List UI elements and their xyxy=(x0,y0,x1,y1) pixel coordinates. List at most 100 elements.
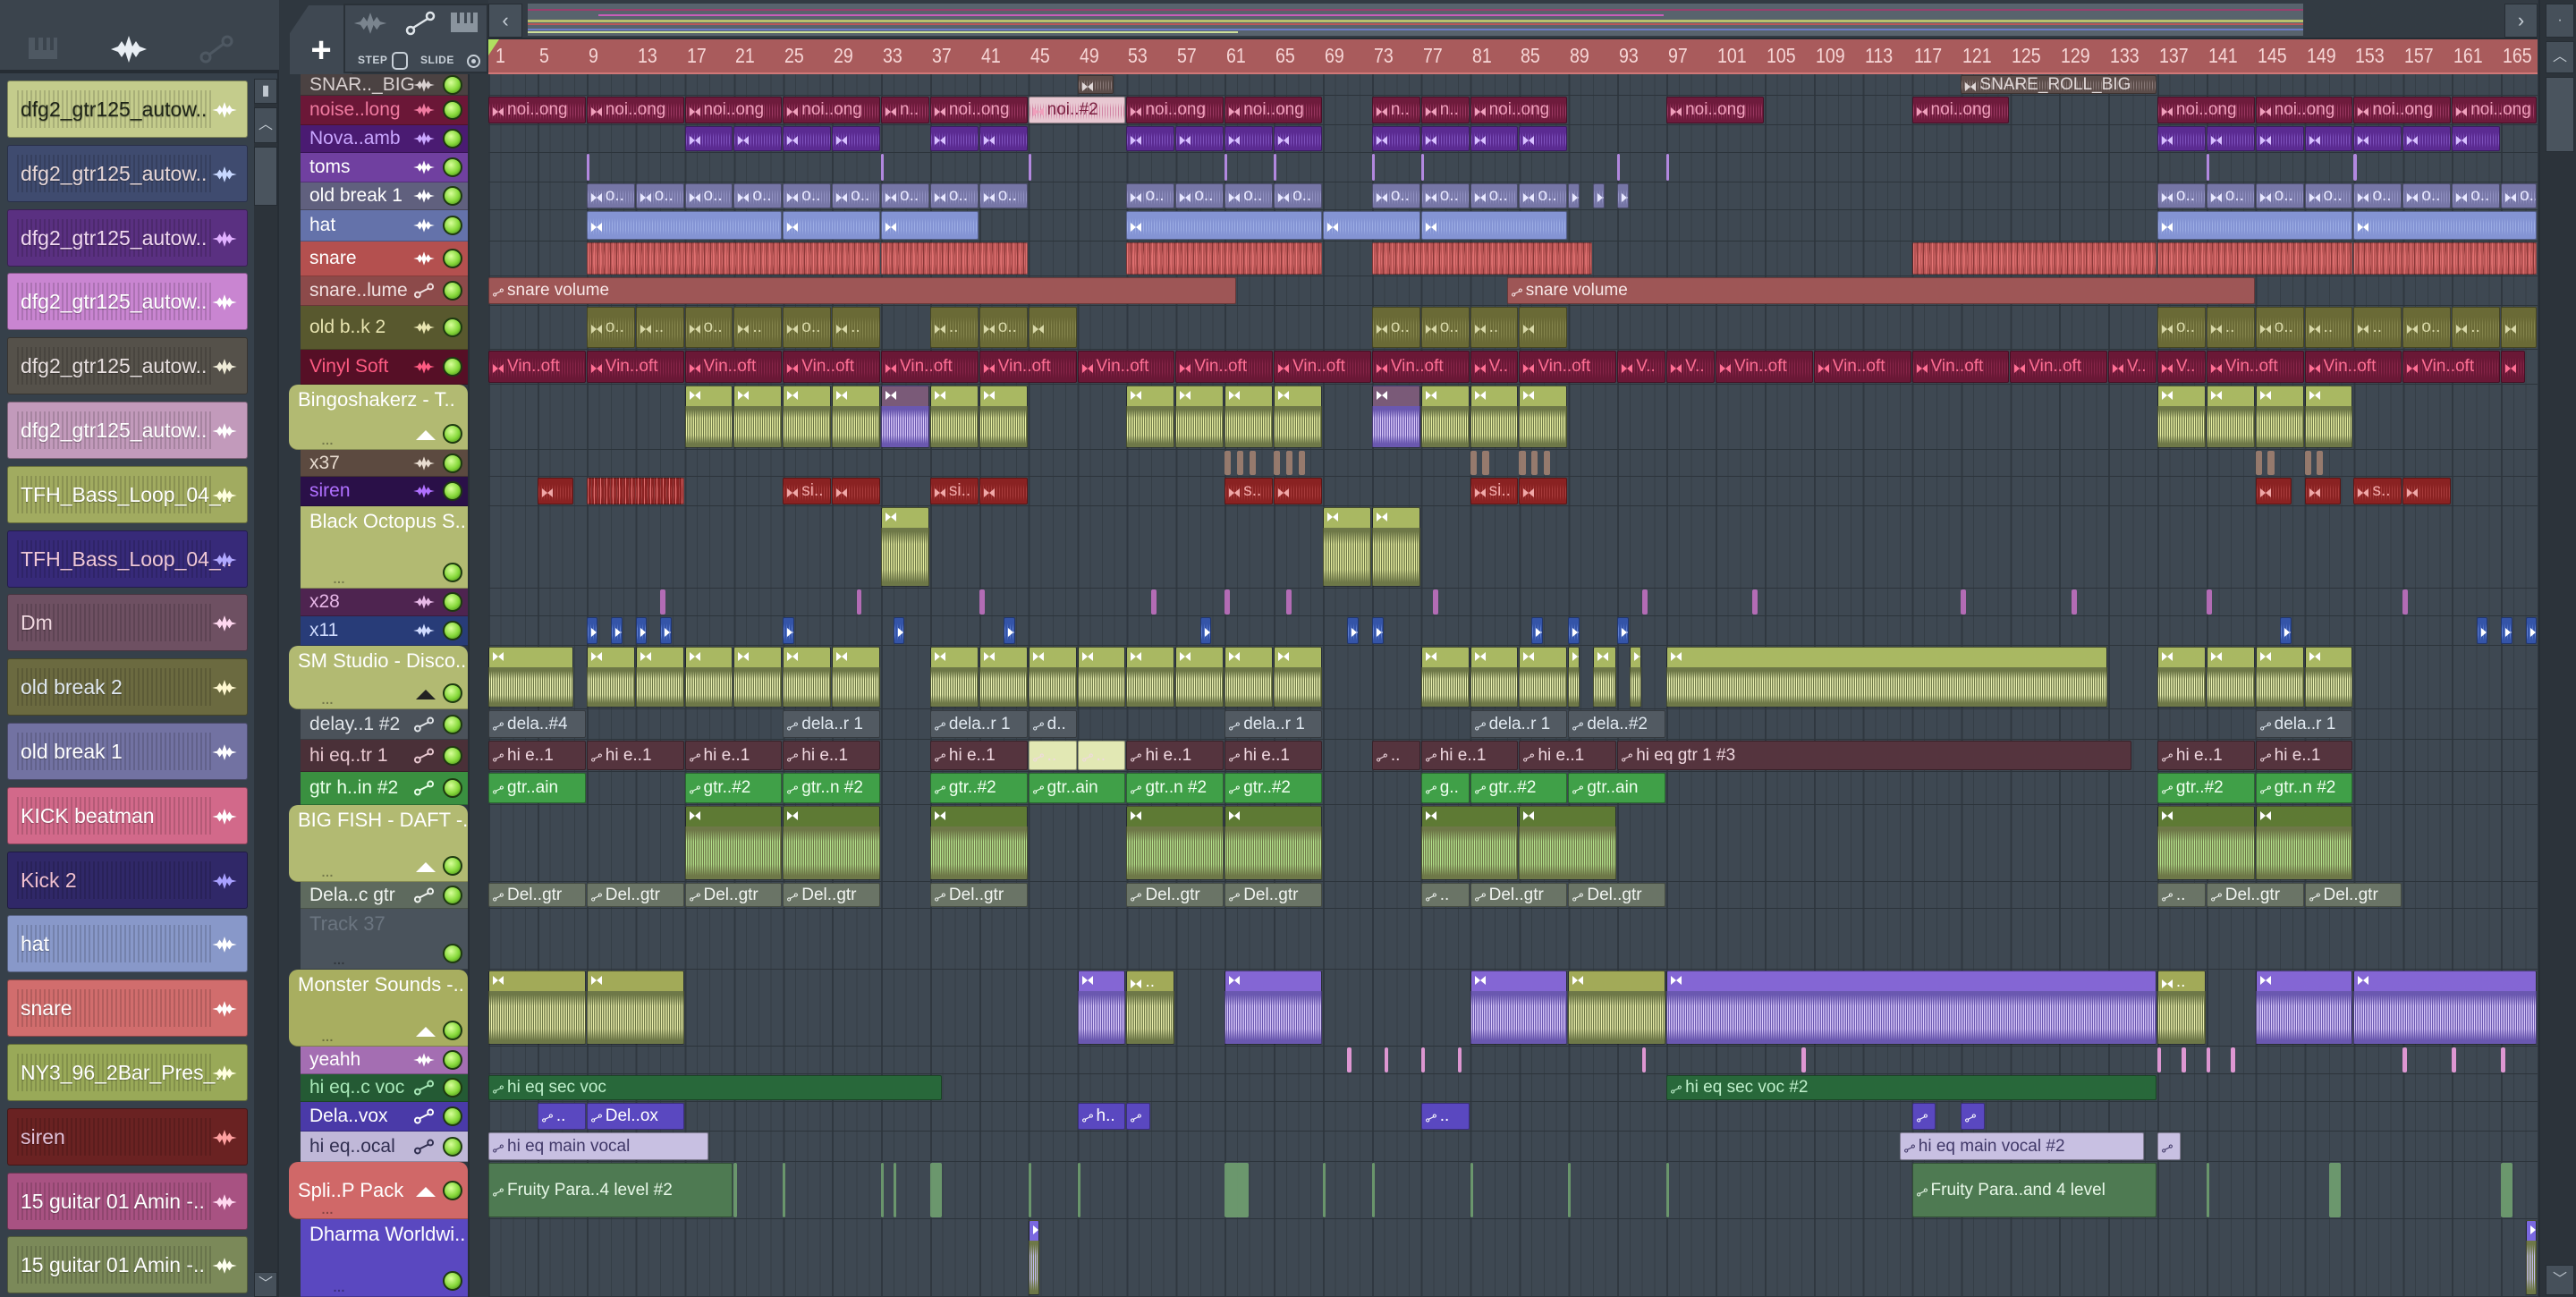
track-header[interactable]: hi eq..ocal xyxy=(301,1132,468,1162)
track-header[interactable]: Nova..amb xyxy=(301,125,468,153)
scroll-left-button[interactable]: ‹ xyxy=(488,4,522,38)
more-options-icon[interactable]: … xyxy=(321,865,335,879)
automation-clip[interactable]: Del..ox xyxy=(586,1103,684,1130)
browser-clip-item[interactable]: 15 guitar 01 Amin -.. xyxy=(7,1172,248,1230)
audio-clip[interactable] xyxy=(979,386,1028,448)
audio-clip[interactable]: .. xyxy=(2452,307,2501,348)
audio-clip[interactable] xyxy=(2501,307,2538,348)
audio-clip[interactable] xyxy=(1199,617,1212,644)
mute-toggle-led[interactable] xyxy=(443,683,462,703)
track-header[interactable]: SM Studio - Disco..… xyxy=(289,646,468,709)
audio-clip[interactable] xyxy=(2525,617,2538,644)
audio-clip[interactable]: o.. xyxy=(2255,307,2304,348)
audio-clip[interactable] xyxy=(1911,242,2157,275)
track-lane[interactable]: Vin..oft Vin..oft Vin..oft Vin..oft Vin..oft… xyxy=(488,350,2538,385)
audio-clip[interactable] xyxy=(1347,617,1360,644)
automation-clip[interactable]: gtr..#2 xyxy=(684,773,783,803)
audio-clip[interactable] xyxy=(1028,1220,1040,1295)
audio-clip[interactable] xyxy=(783,647,832,708)
audio-clip[interactable]: .. xyxy=(832,307,881,348)
automation-clip[interactable] xyxy=(1961,1103,1985,1130)
browser-clip-item[interactable]: siren xyxy=(7,1107,248,1166)
browser-clip-item[interactable]: dfg2_gtr125_autow.. xyxy=(7,144,248,202)
audio-clip[interactable] xyxy=(1126,126,1175,151)
audio-clip[interactable] xyxy=(1236,451,1244,475)
audio-clip[interactable]: V.. xyxy=(2108,351,2157,383)
audio-clip[interactable] xyxy=(1028,154,1031,181)
audio-clip[interactable] xyxy=(1371,507,1420,587)
audio-clip[interactable] xyxy=(893,617,905,644)
track-header[interactable]: Dela..c gtr xyxy=(301,882,468,909)
track-lane[interactable] xyxy=(488,1219,2538,1297)
automation-clip[interactable]: Del..gtr xyxy=(2304,883,2402,907)
audio-clip[interactable]: .. xyxy=(929,307,979,348)
automation-clip[interactable] xyxy=(2157,1132,2182,1160)
audio-clip[interactable] xyxy=(1470,386,1519,448)
audio-clip[interactable] xyxy=(1420,211,1568,240)
audio-clip[interactable]: o.. xyxy=(1420,307,1470,348)
automation-clip[interactable]: dela..r 1 xyxy=(929,710,1028,738)
track-header[interactable]: old b..k 2 xyxy=(301,306,468,350)
automation-clip[interactable]: .. xyxy=(537,1103,586,1130)
audio-clip[interactable]: Vin..oft xyxy=(1911,351,2010,383)
audio-clip[interactable] xyxy=(1470,971,1568,1045)
automation-clip[interactable]: hi eq sec voc #2 xyxy=(1666,1075,2157,1100)
audio-clip[interactable] xyxy=(979,126,1028,151)
audio-clip-icon[interactable] xyxy=(352,11,388,36)
audio-clip[interactable]: s.. xyxy=(2353,478,2402,504)
audio-clip[interactable]: V.. xyxy=(1666,351,1715,383)
browser-clip-item[interactable]: TFH_Bass_Loop_04_.. xyxy=(7,465,248,523)
audio-clip[interactable] xyxy=(1150,589,1157,615)
automation-clip[interactable]: gtr..#2 xyxy=(2157,773,2255,803)
audio-clip[interactable] xyxy=(1519,647,1568,708)
automation-clip[interactable]: .. xyxy=(1420,1103,1470,1130)
automation-clip[interactable]: .. xyxy=(1371,741,1420,770)
audio-clip[interactable] xyxy=(1274,451,1281,475)
track-lane[interactable]: o.. o.. o.. o.. o.. o.. o.. o.. o.. o.. o.. o.. o.. o… xyxy=(488,182,2538,210)
audio-clip[interactable]: o.. xyxy=(635,183,684,208)
audio-clip[interactable] xyxy=(2206,1047,2211,1072)
track-header[interactable]: toms xyxy=(301,153,468,182)
audio-clip[interactable]: Vin..oft xyxy=(2010,351,2108,383)
audio-clip[interactable] xyxy=(2402,1047,2407,1072)
audio-clip[interactable] xyxy=(2157,211,2353,240)
track-lane[interactable] xyxy=(488,589,2538,616)
audio-clip[interactable] xyxy=(1175,647,1224,708)
audio-clip[interactable] xyxy=(2157,647,2206,708)
automation-clip[interactable]: .. xyxy=(1077,741,1126,770)
audio-clip[interactable] xyxy=(1470,1163,1473,1217)
audio-clip[interactable] xyxy=(635,647,684,708)
track-header[interactable]: BIG FISH - DAFT -..… xyxy=(289,805,468,882)
audio-clip[interactable] xyxy=(1274,478,1322,504)
track-header[interactable]: x11 xyxy=(301,616,468,646)
track-lane[interactable]: noi..ong noi..ong noi..ong noi..ong n.. noi..… xyxy=(488,96,2538,125)
browser-clip-item[interactable]: dfg2_gtr125_autow.. xyxy=(7,208,248,267)
audio-clip[interactable] xyxy=(1433,589,1439,615)
browser-clip-item[interactable]: NY3_96_2Bar_Pres_.. xyxy=(7,1044,248,1101)
audio-clip[interactable] xyxy=(1126,242,1322,275)
track-lane[interactable] xyxy=(488,506,2538,589)
automation-clip[interactable]: hi e..1 xyxy=(586,741,684,770)
automation-clip[interactable]: dela..#4 xyxy=(488,710,586,738)
automation-clip[interactable]: hi e..1 xyxy=(783,741,881,770)
mute-toggle-led[interactable] xyxy=(443,885,462,905)
audio-clip[interactable] xyxy=(1175,126,1224,151)
track-header[interactable]: Spli..P Pack… xyxy=(289,1162,468,1219)
automation-clip[interactable]: dela..#2 xyxy=(1568,710,1666,738)
audio-clip[interactable]: o.. xyxy=(1274,183,1322,208)
mute-toggle-led[interactable] xyxy=(443,563,462,582)
audio-clip[interactable]: .. xyxy=(635,307,684,348)
browser-clip-item[interactable]: 15 guitar 01 Amin -.. xyxy=(7,1236,248,1294)
audio-clip[interactable]: n.. xyxy=(881,97,929,123)
browser-clip-item[interactable]: dfg2_gtr125_autow.. xyxy=(7,337,248,395)
audio-clip[interactable] xyxy=(783,211,881,240)
automation-clip[interactable]: Del..gtr xyxy=(783,883,881,907)
automation-clip[interactable]: .. xyxy=(2157,883,2206,907)
automation-clip[interactable]: dela..r 1 xyxy=(2255,710,2353,738)
audio-clip[interactable] xyxy=(2255,647,2304,708)
automation-clip-icon[interactable] xyxy=(199,34,234,64)
audio-clip[interactable]: Vin..oft xyxy=(2206,351,2304,383)
audio-clip[interactable]: o.. xyxy=(733,183,783,208)
audio-clip[interactable]: o.. xyxy=(1126,183,1175,208)
audio-clip[interactable] xyxy=(2206,589,2212,615)
